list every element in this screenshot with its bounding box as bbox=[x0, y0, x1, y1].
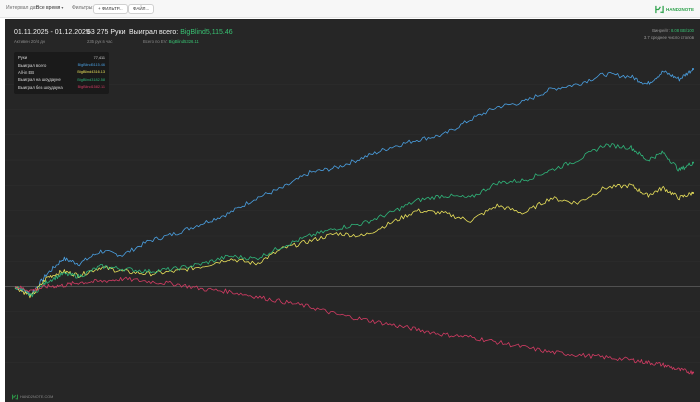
graph-winrate-label: Винрейт: bbox=[652, 28, 670, 33]
brand-name: HAND2NOTE bbox=[665, 6, 694, 12]
legend-value: BigBlind1582.11 bbox=[77, 85, 105, 90]
series-line-3 bbox=[14, 276, 694, 375]
legend-value: BigBlind3182.58 bbox=[77, 77, 105, 82]
profit-chart[interactable] bbox=[5, 19, 700, 402]
date-interval-value: Все время bbox=[36, 5, 61, 11]
legend-label: All-in EB bbox=[18, 69, 35, 75]
legend-row-won-total: Выиграл всего BigBlind5115.46 bbox=[18, 61, 105, 68]
series-line-1 bbox=[14, 183, 694, 299]
legend-value: BigBlind4316.13 bbox=[77, 70, 105, 75]
legend-label: Выиграл без шоудауна bbox=[18, 84, 63, 90]
chevron-down-icon: ▾ bbox=[61, 5, 64, 10]
series-end-point bbox=[692, 68, 694, 71]
add-filter-button[interactable]: + ФИЛЬТР... bbox=[93, 4, 128, 14]
hand2note-logo-icon bbox=[655, 5, 664, 13]
file-button[interactable]: ФАЙЛ... bbox=[128, 4, 155, 14]
graph-won-total: Выиграл всего: BigBlind5,115.46 bbox=[129, 29, 233, 36]
legend-value: BigBlind5115.46 bbox=[77, 63, 105, 68]
grid-lines bbox=[5, 83, 700, 363]
brand-logo[interactable]: HAND2NOTE bbox=[655, 3, 694, 15]
legend-row-hands: Руки 77,411 bbox=[18, 54, 105, 61]
legend-row-non-showdown: Выиграл без шоудауна BigBlind1582.11 bbox=[18, 84, 105, 91]
graph-panel: 01.11.2025 - 01.12.2025 Активен 20/4 дн … bbox=[5, 19, 700, 402]
legend-value: 77,411 bbox=[93, 55, 105, 60]
legend-label: Руки bbox=[18, 55, 28, 61]
filters-label: Фильтры: bbox=[72, 5, 94, 11]
graph-hands-count: 63 275 Руки bbox=[87, 29, 126, 36]
series-end-point bbox=[692, 161, 694, 164]
graph-winrate-block: Винрейт: 8.08 BB/100 3.7 среднее число с… bbox=[644, 28, 694, 40]
graph-active-days: Активен 20/4 дн bbox=[14, 39, 45, 44]
chart-legend: Руки 77,411 Выиграл всего BigBlind5115.46 … bbox=[14, 52, 109, 94]
graph-date-range: 01.11.2025 - 01.12.2025 bbox=[14, 29, 90, 36]
series-end-point bbox=[692, 371, 694, 374]
legend-row-allin-ev: All-in EB BigBlind4316.13 bbox=[18, 69, 105, 76]
legend-label: Выиграл на шоудауне bbox=[18, 77, 61, 83]
graph-ev-value: BigBlind5326.11 bbox=[168, 39, 199, 44]
graph-winrate-value: 8.08 BB/100 bbox=[670, 28, 694, 33]
graph-avg-tables: 3.7 среднее число столов bbox=[643, 35, 694, 40]
series-end-point bbox=[692, 191, 694, 194]
date-interval-label: Интервал дат: bbox=[6, 5, 40, 11]
series-lines bbox=[14, 68, 694, 375]
series-line-2 bbox=[14, 143, 694, 298]
date-interval-select[interactable]: Все время▾ bbox=[36, 5, 63, 11]
graph-won-total-value: BigBlind5,115.46 bbox=[180, 29, 233, 36]
legend-label: Выиграл всего bbox=[18, 62, 47, 68]
graph-won-total-label: Выиграл всего: bbox=[129, 29, 179, 36]
footer-brand-text: HAND2NOTE.COM bbox=[20, 395, 54, 399]
series-line-0 bbox=[14, 68, 694, 296]
graph-ev-total: Всего по EV: BigBlind5326.11 bbox=[143, 39, 199, 44]
legend-row-showdown: Выиграл на шоудауне BigBlind3182.58 bbox=[18, 76, 105, 83]
graph-ev-label: Всего по EV: bbox=[143, 39, 168, 44]
graph-hands-per-hour: 235 рук в час bbox=[87, 39, 113, 44]
toolbar: Интервал дат: Все время▾ Фильтры: + ФИЛЬ… bbox=[0, 0, 700, 18]
footer-brand[interactable]: HAND2NOTE.COM bbox=[12, 394, 53, 400]
hand2note-logo-icon bbox=[12, 394, 18, 400]
